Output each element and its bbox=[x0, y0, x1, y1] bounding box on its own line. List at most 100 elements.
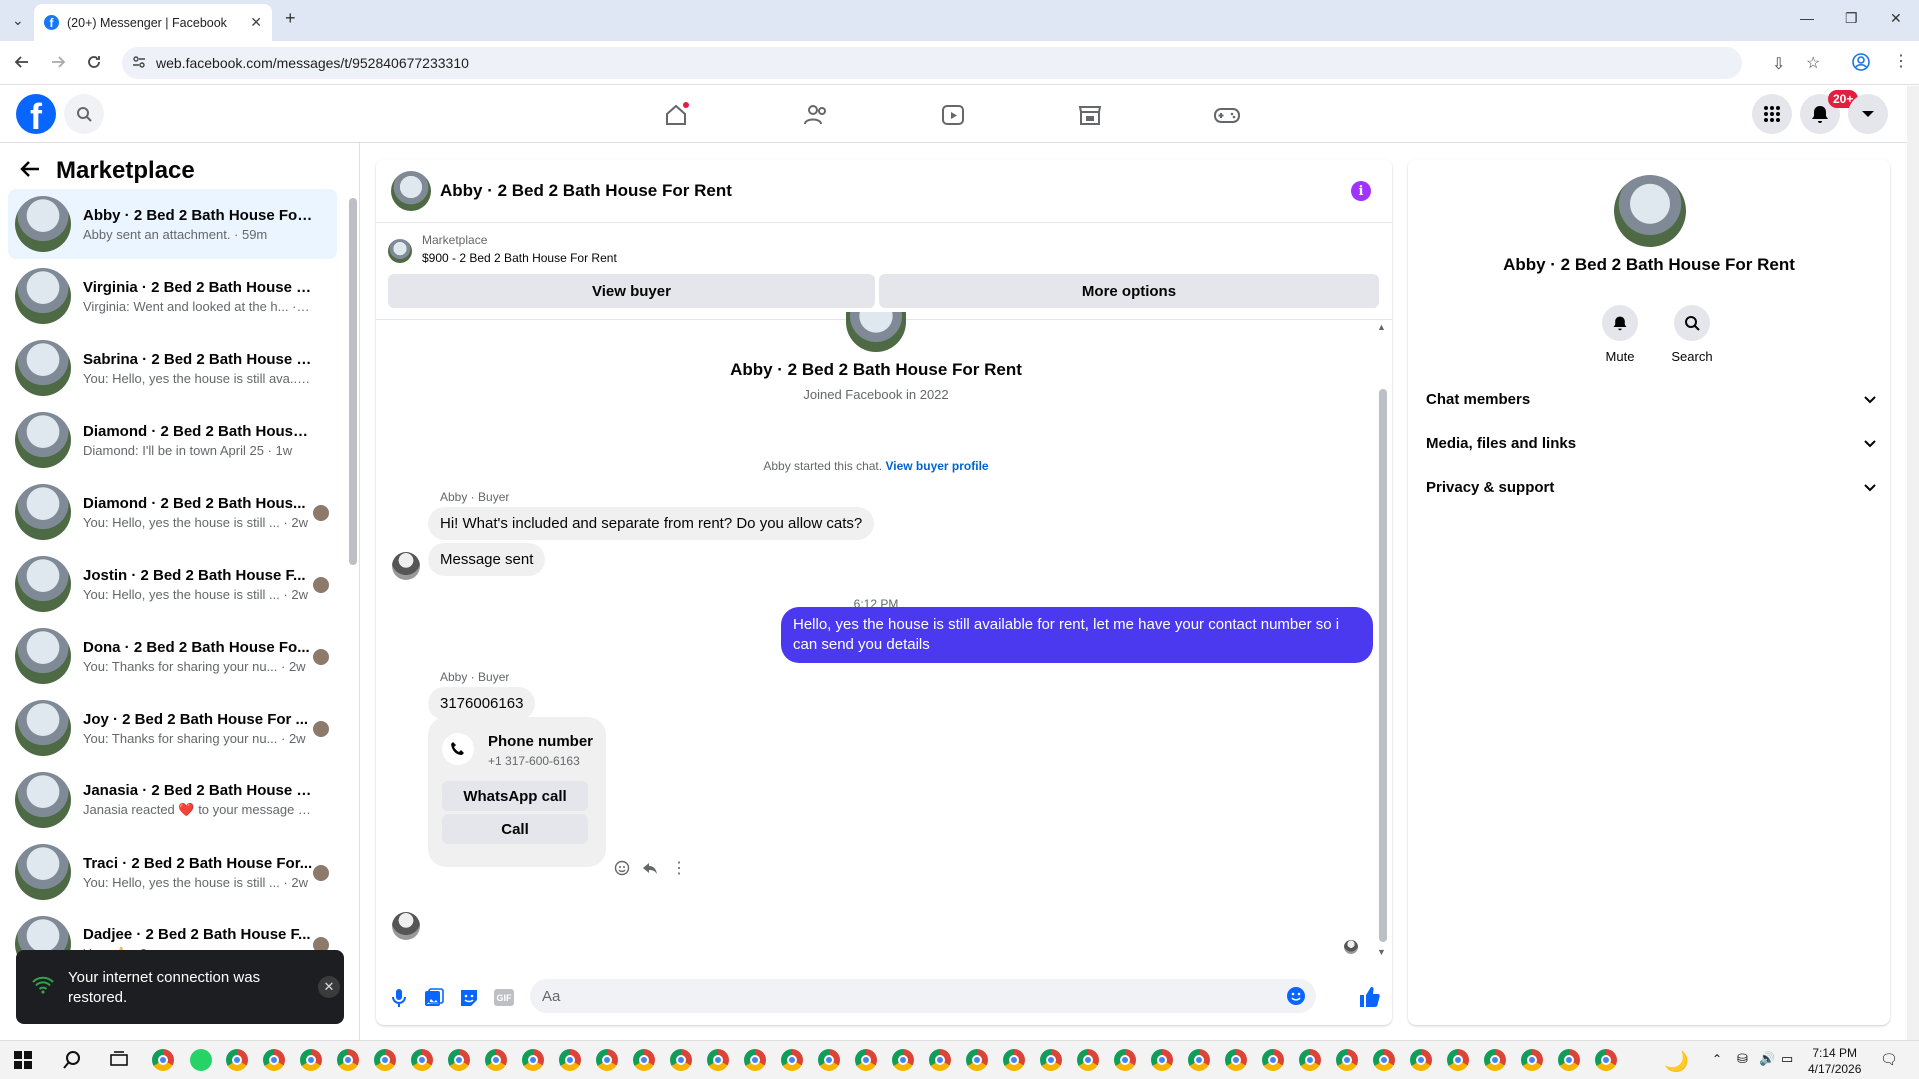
close-toast-icon[interactable]: ✕ bbox=[318, 976, 340, 998]
close-window-icon[interactable]: ✕ bbox=[1890, 10, 1902, 27]
conversation-item[interactable]: Abby · 2 Bed 2 Bath House For R... Abby s… bbox=[8, 189, 337, 259]
conversation-info-icon[interactable]: i bbox=[1351, 181, 1371, 201]
chrome-taskbar-icon[interactable] bbox=[1595, 1049, 1617, 1071]
chrome-taskbar-icon[interactable] bbox=[1225, 1049, 1247, 1071]
emoji-icon[interactable] bbox=[1286, 986, 1306, 1010]
gaming-icon[interactable] bbox=[1212, 100, 1242, 130]
view-buyer-profile-link[interactable]: View buyer profile bbox=[885, 459, 988, 473]
friends-icon[interactable] bbox=[801, 100, 831, 130]
chrome-taskbar-icon[interactable] bbox=[226, 1049, 248, 1071]
conversation-scrollbar[interactable] bbox=[349, 198, 357, 565]
taskbar-search-icon[interactable] bbox=[62, 1050, 82, 1075]
chat-members-section[interactable]: Chat members bbox=[1426, 385, 1876, 413]
call-button[interactable]: Call bbox=[442, 814, 588, 844]
chrome-taskbar-icon[interactable] bbox=[818, 1049, 840, 1071]
home-icon[interactable] bbox=[661, 100, 691, 130]
sender-avatar[interactable] bbox=[392, 552, 420, 580]
windows-start-icon[interactable] bbox=[14, 1051, 32, 1074]
video-icon[interactable] bbox=[938, 100, 968, 130]
mute-button[interactable]: Mute bbox=[1590, 305, 1650, 364]
view-buyer-button[interactable]: View buyer bbox=[388, 274, 875, 308]
conversation-item[interactable]: Dona · 2 Bed 2 Bath House Fo... You: Than… bbox=[8, 621, 337, 691]
conversation-item[interactable]: Sabrina · 2 Bed 2 Bath House Fo... You: H… bbox=[8, 333, 337, 403]
photo-icon[interactable] bbox=[424, 988, 444, 1013]
chrome-taskbar-icon[interactable] bbox=[1188, 1049, 1210, 1071]
weather-moon-icon[interactable]: 🌙 bbox=[1664, 1049, 1689, 1074]
minimize-icon[interactable]: — bbox=[1800, 10, 1814, 26]
battery-icon[interactable]: ▭ bbox=[1781, 1051, 1793, 1067]
search-conversation-button[interactable]: Search bbox=[1662, 305, 1722, 364]
chrome-taskbar-icon[interactable] bbox=[485, 1049, 507, 1071]
microphone-icon[interactable] bbox=[390, 988, 408, 1013]
network-icon[interactable]: ⛁ bbox=[1737, 1051, 1748, 1067]
close-tab-icon[interactable]: ✕ bbox=[250, 14, 262, 31]
chrome-taskbar-icon[interactable] bbox=[1151, 1049, 1173, 1071]
bookmark-star-icon[interactable]: ☆ bbox=[1806, 53, 1820, 73]
chrome-taskbar-icon[interactable] bbox=[892, 1049, 914, 1071]
like-thumb-icon[interactable] bbox=[1358, 986, 1380, 1013]
chrome-taskbar-icon[interactable] bbox=[300, 1049, 322, 1071]
whatsapp-taskbar-icon[interactable] bbox=[190, 1049, 212, 1071]
incoming-message[interactable]: Message sent bbox=[428, 543, 546, 576]
notification-center-icon[interactable]: 🗨 bbox=[1880, 1051, 1898, 1068]
reply-icon[interactable] bbox=[642, 860, 658, 881]
chrome-taskbar-icon[interactable] bbox=[1299, 1049, 1321, 1071]
reload-icon[interactable] bbox=[86, 54, 102, 75]
conversation-item[interactable]: Virginia · 2 Bed 2 Bath House Fo... Virgi… bbox=[8, 261, 337, 331]
restore-icon[interactable]: ❐ bbox=[1845, 10, 1858, 27]
chrome-taskbar-icon[interactable] bbox=[152, 1049, 174, 1071]
tab-list-icon[interactable]: ⌄ bbox=[12, 12, 24, 29]
chrome-taskbar-icon[interactable] bbox=[1447, 1049, 1469, 1071]
profile-icon[interactable] bbox=[1852, 53, 1870, 76]
conversation-item[interactable]: Jostin · 2 Bed 2 Bath House F... You: Hel… bbox=[8, 549, 337, 619]
chrome-taskbar-icon[interactable] bbox=[1373, 1049, 1395, 1071]
chrome-taskbar-icon[interactable] bbox=[670, 1049, 692, 1071]
url-field[interactable]: web.facebook.com/messages/t/952840677233… bbox=[122, 47, 1820, 79]
chrome-taskbar-icon[interactable] bbox=[448, 1049, 470, 1071]
install-app-icon[interactable]: ⇩ bbox=[1772, 54, 1785, 74]
chrome-taskbar-icon[interactable] bbox=[1558, 1049, 1580, 1071]
taskbar-clock[interactable]: 7:14 PM 4/17/2026 bbox=[1808, 1045, 1861, 1077]
site-info-icon[interactable] bbox=[132, 55, 146, 72]
search-icon[interactable] bbox=[64, 94, 104, 134]
chrome-taskbar-icon[interactable] bbox=[374, 1049, 396, 1071]
scroll-down-icon[interactable]: ▼ bbox=[1377, 947, 1386, 957]
conversation-item[interactable]: Janasia · 2 Bed 2 Bath House For... Janas… bbox=[8, 765, 337, 835]
more-actions-icon[interactable]: ⋮ bbox=[671, 858, 687, 878]
sticker-icon[interactable] bbox=[459, 988, 479, 1013]
account-chevron-icon[interactable] bbox=[1848, 94, 1888, 134]
chrome-taskbar-icon[interactable] bbox=[929, 1049, 951, 1071]
chrome-taskbar-icon[interactable] bbox=[1003, 1049, 1025, 1071]
gif-icon[interactable]: GIF bbox=[494, 989, 514, 1006]
facebook-logo-icon[interactable]: f bbox=[16, 94, 56, 134]
volume-icon[interactable]: 🔊 bbox=[1759, 1051, 1775, 1067]
privacy-support-section[interactable]: Privacy & support bbox=[1426, 473, 1876, 501]
chrome-taskbar-icon[interactable] bbox=[966, 1049, 988, 1071]
chrome-taskbar-icon[interactable] bbox=[411, 1049, 433, 1071]
chrome-taskbar-icon[interactable] bbox=[855, 1049, 877, 1071]
chrome-taskbar-icon[interactable] bbox=[337, 1049, 359, 1071]
chat-avatar[interactable] bbox=[391, 171, 431, 211]
chrome-taskbar-icon[interactable] bbox=[1077, 1049, 1099, 1071]
whatsapp-call-button[interactable]: WhatsApp call bbox=[442, 781, 588, 811]
chrome-taskbar-icon[interactable] bbox=[1521, 1049, 1543, 1071]
browser-menu-icon[interactable]: ⋮ bbox=[1893, 51, 1909, 71]
sender-avatar[interactable] bbox=[392, 912, 420, 940]
back-icon[interactable] bbox=[14, 54, 30, 75]
chat-scrollbar[interactable] bbox=[1379, 389, 1387, 942]
chrome-taskbar-icon[interactable] bbox=[744, 1049, 766, 1071]
task-view-icon[interactable] bbox=[110, 1051, 128, 1074]
chrome-taskbar-icon[interactable] bbox=[1336, 1049, 1358, 1071]
chrome-taskbar-icon[interactable] bbox=[263, 1049, 285, 1071]
chrome-taskbar-icon[interactable] bbox=[1484, 1049, 1506, 1071]
conversation-item[interactable]: Diamond · 2 Bed 2 Bath House F... Diamond… bbox=[8, 405, 337, 475]
chrome-taskbar-icon[interactable] bbox=[522, 1049, 544, 1071]
more-options-button[interactable]: More options bbox=[879, 274, 1379, 308]
marketplace-icon[interactable] bbox=[1075, 100, 1105, 130]
browser-tab[interactable]: f (20+) Messenger | Facebook ✕ bbox=[34, 4, 272, 41]
conversation-item[interactable]: Traci · 2 Bed 2 Bath House For... You: He… bbox=[8, 837, 337, 907]
outgoing-message[interactable]: Hello, yes the house is still available … bbox=[781, 607, 1373, 663]
chrome-taskbar-icon[interactable] bbox=[1114, 1049, 1136, 1071]
chrome-taskbar-icon[interactable] bbox=[1262, 1049, 1284, 1071]
info-avatar[interactable] bbox=[1614, 175, 1686, 247]
